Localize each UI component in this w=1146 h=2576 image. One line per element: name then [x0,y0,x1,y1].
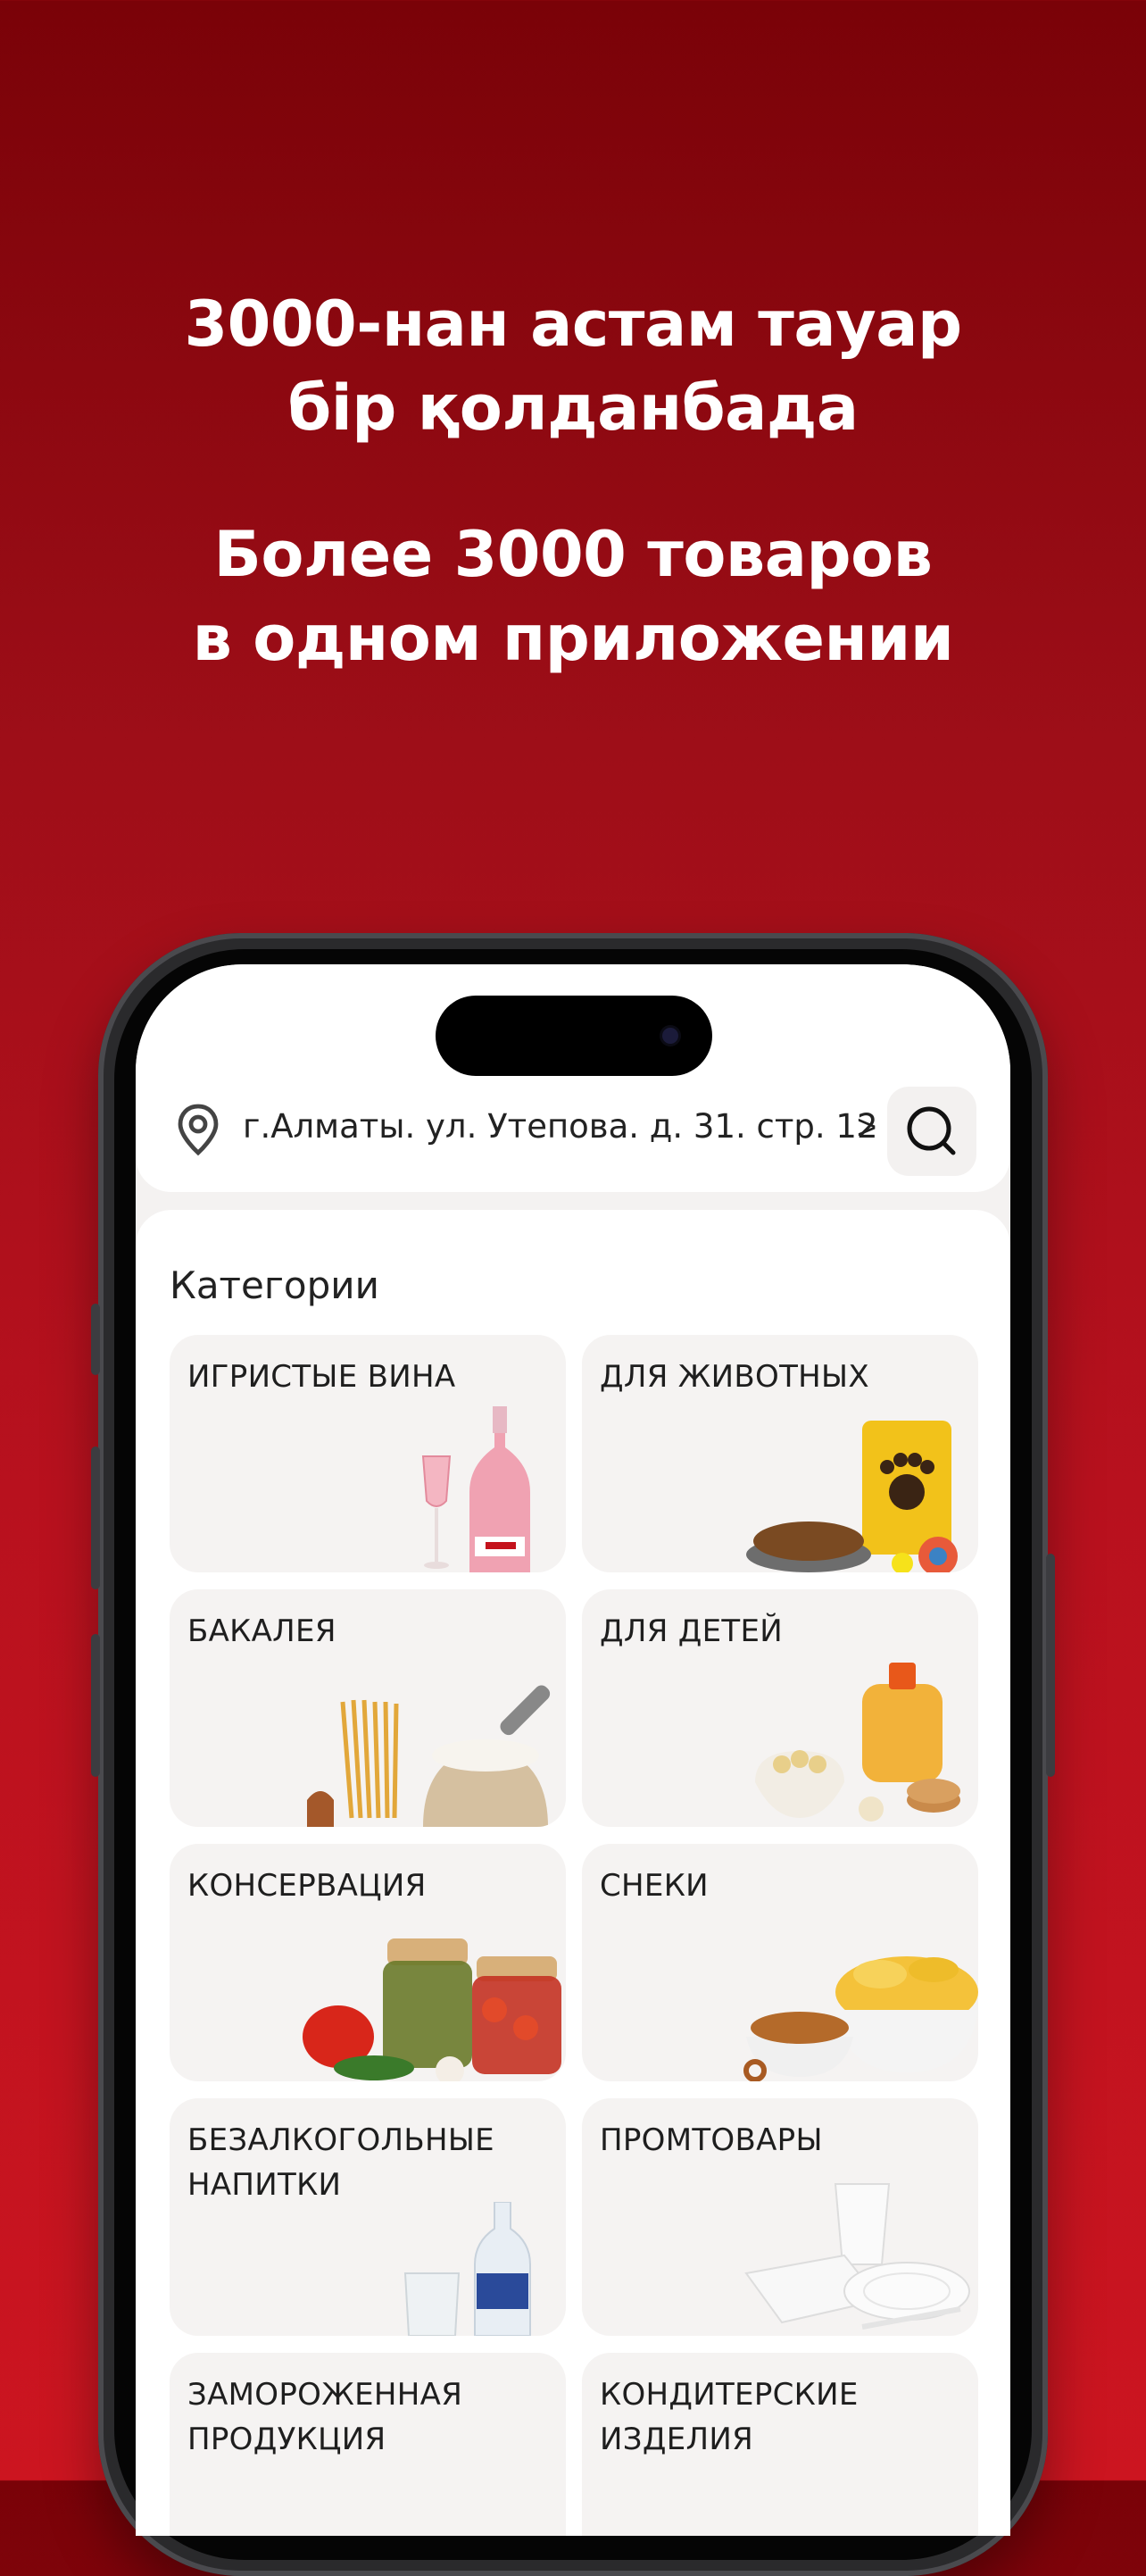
category-card-canned[interactable]: КОНСЕРВАЦИЯ [170,1844,566,2081]
headline-kazakh-line-2: бір қолданбада [287,371,859,445]
phone-volume-down-button [91,1634,100,1777]
category-card-grocery[interactable]: БАКАЛЕЯ [170,1589,566,1827]
search-icon [907,1106,956,1155]
category-label: ДЛЯ ЖИВОТНЫХ [600,1359,869,1395]
headline-russian-line-1: Более 3000 товаров [213,518,933,591]
household-goods-image [744,2183,970,2330]
soft-drinks-image [403,2202,531,2336]
category-card-pets[interactable]: ДЛЯ ЖИВОТНЫХ [582,1335,978,1572]
category-label: БЕЗАЛКОГОЛЬНЫЕ НАПИТКИ [187,2122,494,2203]
confectionery-image [800,2519,978,2536]
frozen-food-image [387,2519,566,2536]
category-card-kids[interactable]: ДЛЯ ДЕТЕЙ [582,1589,978,1827]
category-label: КОНСЕРВАЦИЯ [187,1868,427,1904]
dynamic-island [436,996,712,1076]
headline-russian-line-2: в одном приложении [192,602,954,675]
category-card-soft-drinks[interactable]: БЕЗАЛКОГОЛЬНЫЕ НАПИТКИ [170,2098,566,2336]
categories-title: Категории [170,1263,379,1307]
category-label: ЗАМОРОЖЕННАЯ ПРОДУКЦИЯ [187,2377,463,2457]
category-label: КОНДИТЕРСКИЕ ИЗДЕЛИЯ [600,2377,859,2457]
phone-action-button [91,1304,100,1375]
grocery-image [307,1685,551,1827]
headline-kazakh: 3000-нан астам тауар бір қолданбада [0,282,1146,450]
phone-power-button [1046,1554,1055,1777]
delivery-address[interactable]: г.Алматы. ул. Утепова. д. 31. стр. 12 [243,1107,878,1146]
chevron-right-icon[interactable]: > [857,1109,876,1147]
app-screen: г.Алматы. ул. Утепова. д. 31. стр. 12 > … [136,964,1010,2536]
canned-food-image [303,1938,561,2081]
category-card-sparkling-wine[interactable]: ИГРИСТЫЕ ВИНА [170,1335,566,1572]
sparkling-wine-image [421,1406,530,1572]
phone-volume-up-button [91,1446,100,1589]
category-label: ПРОМТОВАРЫ [600,2122,823,2158]
search-button[interactable] [887,1087,976,1176]
headline-russian: Более 3000 товаров в одном приложении [0,513,1146,680]
category-label: ДЛЯ ДЕТЕЙ [600,1613,783,1649]
category-label: СНЕКИ [600,1868,709,1904]
categories-section: Категории ИГРИСТЫЕ ВИНА ДЛЯ ЖИВОТНЫХ БАК… [136,1210,1010,2536]
front-camera-icon [662,1028,678,1044]
headline-kazakh-line-1: 3000-нан астам тауар [184,288,962,361]
kids-food-image [755,1663,960,1822]
category-card-household[interactable]: ПРОМТОВАРЫ [582,2098,978,2336]
category-card-snacks[interactable]: СНЕКИ [582,1844,978,2081]
category-label: ИГРИСТЫЕ ВИНА [187,1359,456,1395]
pet-food-image [746,1421,958,1572]
category-card-confectionery[interactable]: КОНДИТЕРСКИЕ ИЗДЕЛИЯ [582,2353,978,2536]
snacks-image [743,1956,978,2081]
category-card-frozen[interactable]: ЗАМОРОЖЕННАЯ ПРОДУКЦИЯ [170,2353,566,2536]
category-label: БАКАЛЕЯ [187,1613,336,1649]
location-pin-icon [178,1104,219,1156]
